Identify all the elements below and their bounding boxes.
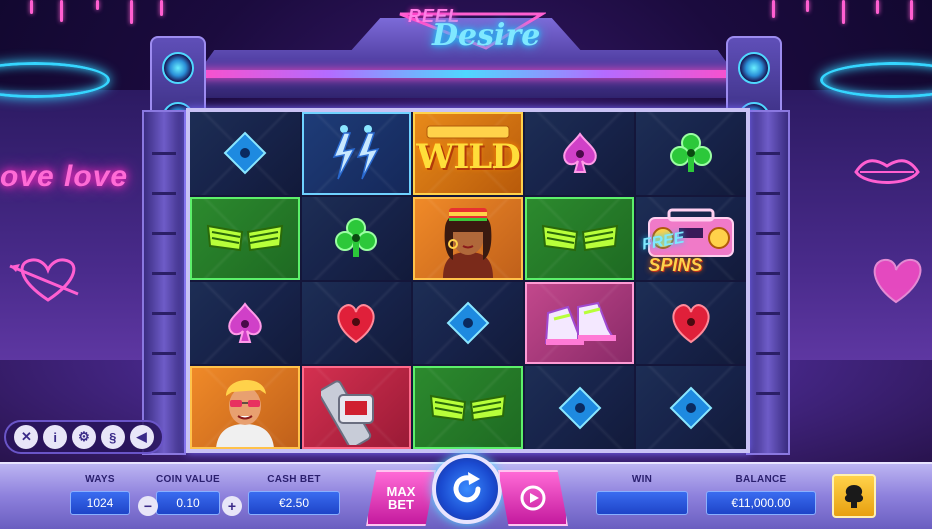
spin-arrow-icon	[453, 472, 481, 503]
heart-icon	[672, 303, 710, 344]
diamond-icon	[446, 301, 490, 345]
max-bet-button[interactable]: MAX BET	[366, 470, 436, 526]
speaker-cone-icon	[162, 52, 194, 84]
side-menu: ✕ i ⚙ § ◀	[4, 420, 164, 454]
woman-portrait-icon	[443, 208, 493, 278]
reel-cell-club	[301, 196, 412, 280]
reel-cell-spade	[524, 112, 635, 195]
win-panel: WIN	[596, 474, 688, 524]
win-label: WIN	[631, 474, 653, 485]
cash-bet-panel: CASH BET €2.50	[248, 474, 340, 524]
wild-label: WILD	[416, 137, 520, 178]
ways-label: WAYS	[85, 474, 115, 485]
shutter-glasses-icon	[429, 394, 507, 421]
cash-bet-label: CASH BET	[267, 474, 321, 485]
man-portrait-icon	[215, 379, 274, 448]
lightning-earrings-icon	[333, 125, 380, 180]
reel-cell-glasses	[524, 196, 635, 280]
neon-hearts-icon	[873, 258, 922, 304]
coin-value-panel: COIN VALUE 0.10	[156, 474, 220, 524]
neon-love-sign: ove love	[0, 160, 129, 193]
max-bet-label-line2: BET	[387, 497, 414, 512]
reel-grid: WILD FREE SPINS	[190, 112, 746, 449]
close-button[interactable]: ✕	[14, 425, 39, 449]
reel-cell-diamond	[190, 112, 300, 195]
diamond-icon	[669, 386, 713, 430]
reel-cell-man-portrait	[190, 366, 300, 449]
neon-lips-icon	[854, 159, 920, 184]
spin-button[interactable]	[432, 454, 502, 524]
reel-cell-spade	[190, 281, 300, 365]
sneakers-icon	[544, 301, 616, 345]
free-spins-label-spins: SPINS	[648, 254, 703, 275]
win-value	[596, 491, 688, 515]
logo-desire-text: Desire	[432, 18, 541, 53]
reel-cell-watch	[301, 366, 412, 449]
reel-cell-heart	[301, 281, 412, 365]
reel-cell-woman-portrait	[413, 196, 523, 280]
cabinet-light-strip	[190, 70, 742, 78]
game-logo: REEL Desire	[396, 4, 556, 60]
balance-value: €11,000.00	[706, 491, 816, 515]
cash-bet-value: €2.50	[248, 491, 340, 515]
diamond-icon	[223, 131, 267, 175]
reel-cell-glasses	[190, 196, 300, 280]
reel-cell-diamond	[524, 366, 635, 449]
club-icon	[335, 218, 378, 258]
provider-tree-icon	[844, 485, 864, 508]
reel-cell-sneakers	[524, 281, 635, 365]
diamond-icon	[558, 386, 602, 430]
pillar-left	[142, 110, 186, 455]
neon-heart-arrow-icon	[9, 258, 79, 302]
autoplay-icon	[520, 485, 546, 511]
reel-cell-earrings	[301, 112, 412, 195]
rules-button[interactable]: §	[100, 425, 125, 449]
ways-value: 1024	[70, 491, 130, 515]
info-button[interactable]: i	[43, 425, 68, 449]
speaker-cone-icon	[738, 52, 770, 84]
spade-icon	[228, 302, 262, 343]
heart-icon	[337, 303, 376, 344]
reel-cell-diamond	[413, 281, 523, 365]
reel-cell-glasses	[413, 366, 523, 449]
provider-logo	[832, 474, 876, 518]
coin-value-display: 0.10	[156, 491, 220, 515]
shutter-glasses-icon	[541, 224, 618, 252]
autoplay-button[interactable]	[498, 470, 568, 526]
coin-decrease-button[interactable]: −	[138, 496, 158, 516]
reel-cell-wild: WILD	[413, 112, 523, 195]
club-icon	[670, 133, 713, 173]
balance-label: BALANCE	[735, 474, 787, 485]
spade-icon	[562, 132, 597, 174]
reel-cell-club	[636, 112, 746, 195]
reel-cell-free-spins: FREE SPINS	[636, 196, 746, 280]
coin-value-label: COIN VALUE	[156, 474, 220, 485]
shutter-glasses-icon	[206, 224, 283, 252]
reel-cell-heart	[636, 281, 746, 365]
pillar-right	[746, 110, 790, 455]
digital-watch-icon	[321, 380, 375, 445]
settings-button[interactable]: ⚙	[71, 425, 96, 449]
ways-panel: WAYS 1024	[70, 474, 130, 524]
sound-button[interactable]: ◀	[129, 425, 154, 449]
reel-cell-diamond	[636, 366, 746, 449]
balance-panel: BALANCE €11,000.00	[706, 474, 816, 524]
coin-increase-button[interactable]: +	[222, 496, 242, 516]
